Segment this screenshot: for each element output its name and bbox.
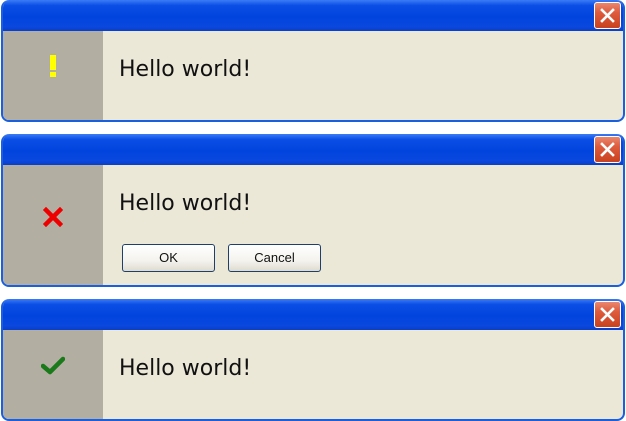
message-text: Hello world!: [119, 356, 252, 381]
close-button[interactable]: [594, 136, 621, 163]
close-icon: [600, 142, 615, 157]
cancel-button[interactable]: Cancel: [228, 244, 321, 272]
close-icon: [600, 8, 615, 23]
icon-panel: [3, 330, 103, 419]
checkmark-icon: [40, 356, 66, 380]
close-button[interactable]: [594, 2, 621, 29]
close-icon: [600, 307, 615, 322]
title-bar[interactable]: [3, 299, 623, 330]
success-dialog: Hello world!: [1, 299, 625, 421]
message-text: Hello world!: [119, 191, 252, 216]
warning-dialog: Hello world!: [1, 0, 625, 122]
title-bar[interactable]: [3, 0, 623, 31]
close-button[interactable]: [594, 301, 621, 328]
icon-panel: [3, 165, 103, 285]
error-dialog: Hello world! OK Cancel: [1, 134, 625, 287]
icon-panel: [3, 31, 103, 120]
title-bar[interactable]: [3, 134, 623, 165]
ok-button[interactable]: OK: [122, 244, 215, 272]
cross-icon: [42, 206, 64, 231]
exclamation-icon: [48, 54, 58, 82]
message-text: Hello world!: [119, 57, 252, 82]
